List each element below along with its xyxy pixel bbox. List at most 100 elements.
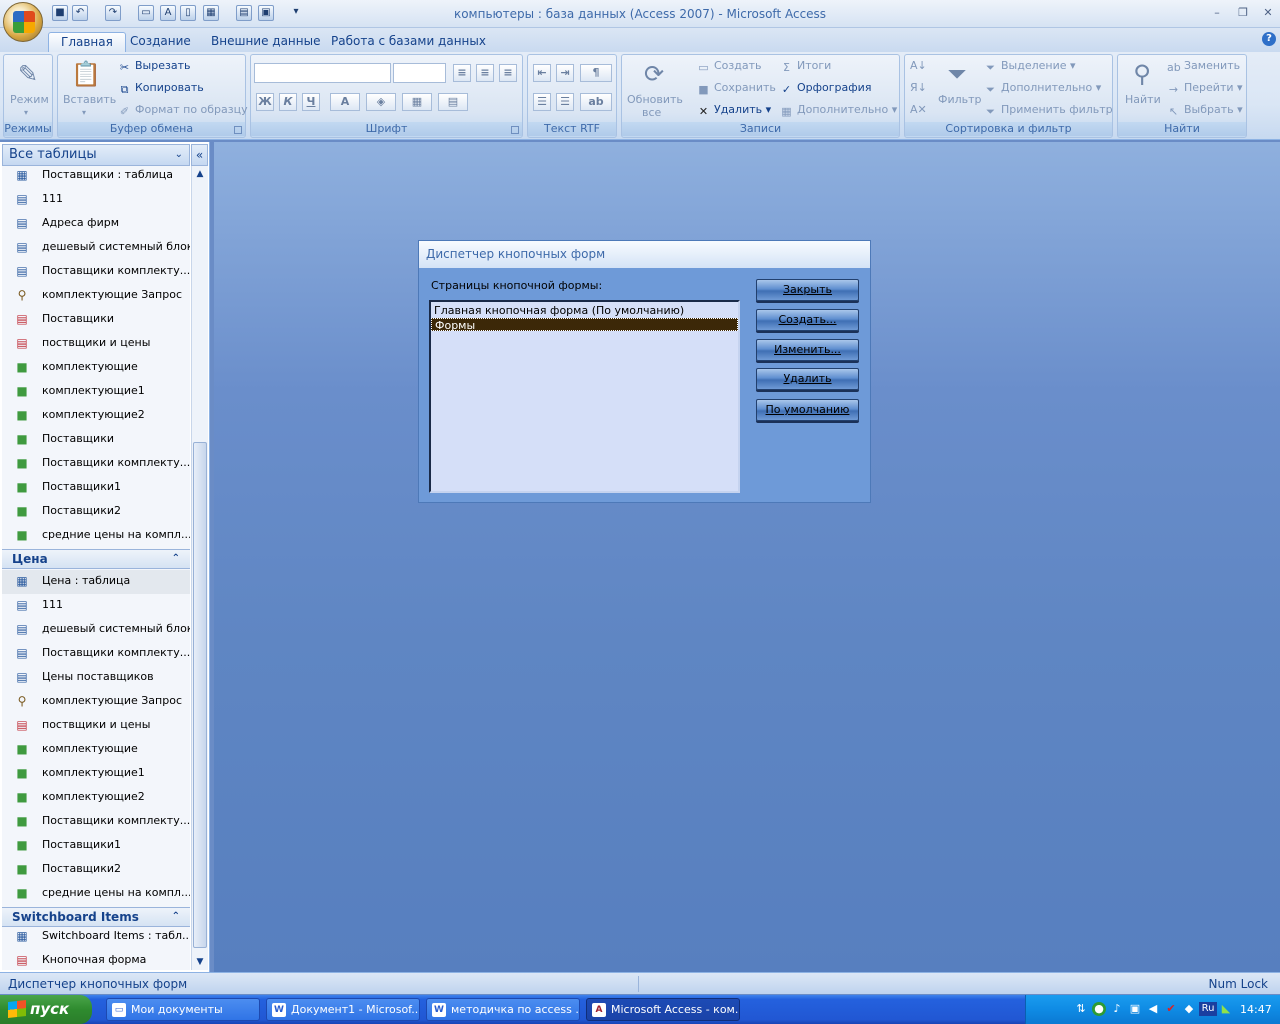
tab-create[interactable]: Создание (118, 32, 203, 52)
nav-item[interactable]: ▤ Поставщики комплекту... (2, 642, 190, 666)
delete-record-button[interactable]: ✕ Удалить ▾ (697, 103, 771, 118)
filter-icon[interactable]: ⏷ (941, 58, 973, 90)
office-button-icon[interactable] (3, 2, 43, 42)
nav-group-price[interactable]: Цена ⌃ (2, 549, 190, 569)
view-button-label[interactable]: Режим (10, 93, 49, 107)
speaker-icon[interactable]: ◀ (1146, 1002, 1160, 1016)
cut-button[interactable]: ✂ Вырезать (118, 59, 191, 74)
align-right-icon[interactable]: ≡ (499, 64, 517, 82)
nav-item[interactable]: ⚲ комплектующие Запрос (2, 284, 190, 308)
save-record-button[interactable]: ■ Сохранить (697, 81, 776, 96)
totals-button[interactable]: Σ Итоги (780, 59, 831, 74)
new-record-button[interactable]: ▭ Создать (697, 59, 761, 74)
italic-button[interactable]: К (279, 93, 297, 111)
scroll-thumb[interactable] (193, 442, 207, 948)
nav-item[interactable]: ▤ дешевый системный блок (2, 236, 190, 260)
shield-icon[interactable]: ◆ (1182, 1002, 1196, 1016)
nav-group-switchboard[interactable]: Switchboard Items ⌃ (2, 907, 190, 927)
nav-item[interactable]: ■ средние цены на компл... (2, 524, 190, 548)
switchboard-pages-list[interactable]: Главная кнопочная форма (По умолчанию) Фо… (429, 300, 740, 493)
keyboard-layout-indicator[interactable]: Ru (1199, 1002, 1217, 1016)
restore-button[interactable]: ❐ (1236, 6, 1250, 20)
nav-item[interactable]: ⚲ комплектующие Запрос (2, 690, 190, 714)
nav-item[interactable]: ▤ 111 (2, 594, 190, 618)
refresh-icon[interactable]: ⟳ (638, 58, 670, 90)
minimize-button[interactable]: – (1210, 6, 1224, 20)
filter-label[interactable]: Фильтр (938, 93, 982, 107)
bullets-icon[interactable]: ☰ (556, 93, 574, 111)
nvidia-icon[interactable]: ◣ (1219, 1002, 1233, 1016)
filter-advanced-button[interactable]: ⏷ Дополнительно ▾ (984, 81, 1101, 96)
font-launcher-icon[interactable] (511, 126, 519, 134)
paste-button-label[interactable]: Вставить (63, 93, 116, 107)
nav-item[interactable]: ■ средние цены на компл... (2, 882, 190, 906)
format-painter-button[interactable]: ✐ Формат по образцу (118, 103, 248, 118)
antivirus-icon[interactable]: ✔ (1164, 1002, 1178, 1016)
collapse-group-icon[interactable]: ⌃ (172, 908, 180, 926)
find-label[interactable]: Найти (1125, 93, 1161, 107)
nav-item[interactable]: ▤ 111 (2, 188, 190, 212)
nav-item[interactable]: ▤ Цены поставщиков (2, 666, 190, 690)
numbering-icon[interactable]: ☰ (533, 93, 551, 111)
refresh-label[interactable]: Обновить (627, 93, 683, 107)
nav-item[interactable]: ▦ Цена : таблица (2, 570, 190, 594)
nav-item[interactable]: ▤ Поставщики комплекту... (2, 260, 190, 284)
nav-item[interactable]: ▦ Switchboard Items : табл... (2, 925, 190, 949)
view-icon[interactable]: ✎ (12, 58, 44, 90)
gridlines-icon[interactable]: ▦ (402, 93, 432, 111)
task-access[interactable]: A Microsoft Access - ком... (586, 998, 740, 1021)
nav-item[interactable]: ▦ Поставщики : таблица (2, 166, 190, 188)
close-dialog-button[interactable]: Закрыть (756, 279, 859, 301)
task-word-manual[interactable]: Wметодичка по access ... (426, 998, 580, 1021)
font-color-button[interactable]: A (330, 93, 360, 111)
close-button[interactable]: ✕ (1261, 6, 1275, 20)
fill-color-icon[interactable]: ◈ (366, 93, 396, 111)
nav-item[interactable]: ▤ поствщики и цены (2, 332, 190, 356)
scroll-down-icon[interactable]: ▼ (192, 954, 208, 970)
clear-sort-icon[interactable]: A✕ (910, 103, 927, 117)
spelling-button[interactable]: ✓ Орфография (780, 81, 872, 96)
new-page-button[interactable]: Создать... (756, 309, 859, 331)
paste-dropdown-icon[interactable]: ▾ (82, 106, 86, 120)
nav-item[interactable]: ■ Поставщики комплекту... (2, 810, 190, 834)
alternate-fill-icon[interactable]: ▤ (438, 93, 468, 111)
align-center-icon[interactable]: ≡ (476, 64, 494, 82)
bold-button[interactable]: Ж (256, 93, 274, 111)
nav-item[interactable]: ■ комплектующие2 (2, 404, 190, 428)
nav-item[interactable]: ▤ Адреса фирм (2, 212, 190, 236)
switchboard-page-item[interactable]: Главная кнопочная форма (По умолчанию) (431, 304, 738, 317)
view-dropdown-icon[interactable]: ▾ (24, 106, 28, 120)
underline-button[interactable]: Ч (302, 93, 320, 111)
nav-item[interactable]: ■ комплектующие1 (2, 762, 190, 786)
status-icon[interactable]: ● (1092, 1002, 1106, 1016)
sort-ascending-icon[interactable]: A↓ (910, 59, 927, 73)
volume-icon[interactable]: ♪ (1110, 1002, 1124, 1016)
font-name-combo[interactable] (254, 63, 391, 83)
nav-item[interactable]: ■ комплектующие (2, 356, 190, 380)
network-icon[interactable]: ⇅ (1074, 1002, 1088, 1016)
align-left-icon[interactable]: ≡ (453, 64, 471, 82)
switchboard-page-item[interactable]: Формы (431, 318, 738, 332)
nav-pane-header[interactable]: Все таблицы ⌄ (2, 144, 190, 166)
nav-item[interactable]: ▤ поствщики и цены (2, 714, 190, 738)
nav-item[interactable]: ■ комплектующие1 (2, 380, 190, 404)
goto-button[interactable]: → Перейти ▾ (1167, 81, 1243, 96)
nav-item[interactable]: ■ Поставщики1 (2, 834, 190, 858)
selection-button[interactable]: ⏷ Выделение ▾ (984, 59, 1075, 74)
help-icon[interactable]: ? (1262, 32, 1276, 46)
nav-item[interactable]: ▤ дешевый системный блок (2, 618, 190, 642)
start-button[interactable]: пуск (0, 995, 92, 1024)
collapse-group-icon[interactable]: ⌃ (172, 550, 180, 568)
nav-item[interactable]: ■ Поставщики (2, 428, 190, 452)
task-my-documents[interactable]: ▭ Мои документы (106, 998, 260, 1021)
nav-item[interactable]: ▤ Кнопочная форма (2, 949, 190, 970)
make-default-button[interactable]: По умолчанию (756, 399, 859, 421)
nav-collapse-icon[interactable]: « (191, 144, 208, 166)
paste-icon[interactable]: 📋 (70, 58, 102, 90)
records-more-button[interactable]: ▦ Дополнительно ▾ (780, 103, 897, 118)
task-word-document[interactable]: W Документ1 - Microsof... (266, 998, 420, 1021)
sort-descending-icon[interactable]: Я↓ (910, 81, 927, 95)
font-size-combo[interactable] (393, 63, 446, 83)
select-button[interactable]: ↖ Выбрать ▾ (1167, 103, 1243, 118)
edit-page-button[interactable]: Изменить... (756, 339, 859, 361)
